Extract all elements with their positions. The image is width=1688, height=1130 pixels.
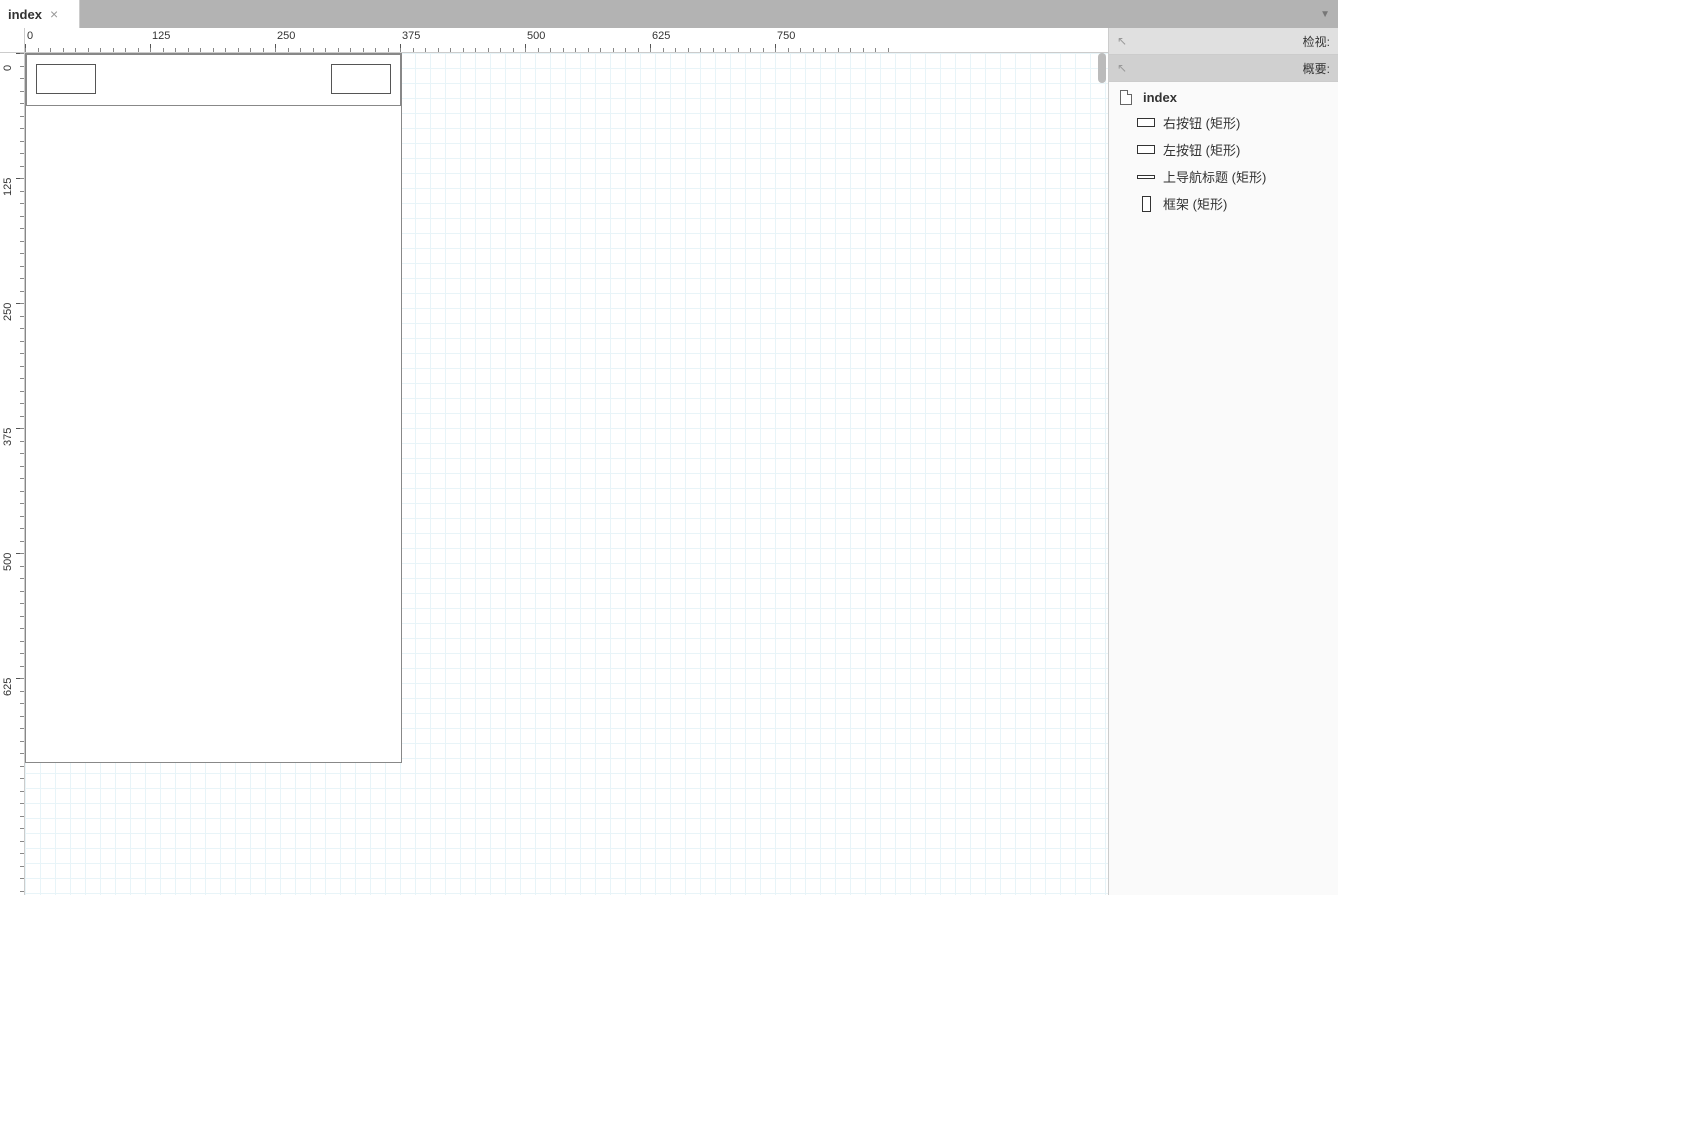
ruler-vertical[interactable]: 0 125 250 375 500 625: [0, 53, 25, 895]
ruler-mark-label: 125: [2, 178, 14, 196]
rect-tall-icon: [1137, 197, 1155, 211]
main-layout: 0 125 250 375 500 625 750 0 125 250 375 500 625 ↖ 检…: [0, 28, 1338, 895]
outline-item-right-button[interactable]: 右按钮 (矩形): [1109, 109, 1338, 136]
ruler-mark-label: 250: [2, 303, 14, 321]
outline-item-label: index: [1143, 90, 1177, 105]
outline-item-label: 左按钮 (矩形): [1163, 140, 1240, 159]
artboard-frame[interactable]: [25, 53, 402, 763]
close-icon[interactable]: ×: [50, 7, 58, 21]
tab-index[interactable]: index ×: [0, 0, 80, 28]
page-icon: [1117, 91, 1135, 105]
ruler-mark-label: 625: [652, 30, 670, 42]
ruler-mark-label: 375: [2, 428, 14, 446]
canvas-content[interactable]: [25, 53, 1108, 895]
tab-label: index: [8, 7, 42, 22]
collapse-arrow-icon: ↖: [1117, 61, 1127, 75]
outline-item-label: 框架 (矩形): [1163, 194, 1227, 213]
outline-tree: index 右按钮 (矩形) 左按钮 (矩形) 上导航标题 (矩形) 框架 (矩…: [1109, 82, 1338, 895]
ruler-mark-label: 750: [777, 30, 795, 42]
tab-bar: index × ▼: [0, 0, 1338, 28]
ruler-corner: [0, 28, 25, 53]
tab-dropdown-icon[interactable]: ▼: [1320, 0, 1330, 28]
canvas-area: 0 125 250 375 500 625 750 0 125 250 375 500 625: [0, 28, 1108, 895]
ruler-mark-label: 625: [2, 678, 14, 696]
outline-item-root[interactable]: index: [1109, 86, 1338, 109]
right-panel: ↖ 检视: ↖ 概要: index 右按钮 (矩形) 左按钮 (矩形) 上导航标…: [1108, 28, 1338, 895]
ruler-mark-label: 0: [27, 30, 33, 42]
ruler-mark-label: 250: [277, 30, 295, 42]
ruler-horizontal[interactable]: 0 125 250 375 500 625 750: [25, 28, 1108, 53]
outline-item-left-button[interactable]: 左按钮 (矩形): [1109, 136, 1338, 163]
outline-label: 概要:: [1303, 60, 1330, 77]
inspect-label: 检视:: [1303, 33, 1330, 50]
outline-item-label: 上导航标题 (矩形): [1163, 167, 1266, 186]
ruler-mark-label: 125: [152, 30, 170, 42]
rect-icon: [1137, 143, 1155, 157]
ruler-mark-label: 0: [2, 65, 14, 71]
left-button-rect[interactable]: [36, 64, 96, 94]
inspect-panel-header[interactable]: ↖ 检视:: [1109, 28, 1338, 55]
outline-item-frame[interactable]: 框架 (矩形): [1109, 190, 1338, 217]
ruler-mark-label: 500: [527, 30, 545, 42]
outline-item-label: 右按钮 (矩形): [1163, 113, 1240, 132]
ruler-mark-label: 375: [402, 30, 420, 42]
outline-item-nav-title[interactable]: 上导航标题 (矩形): [1109, 163, 1338, 190]
right-button-rect[interactable]: [331, 64, 391, 94]
ruler-mark-label: 500: [2, 553, 14, 571]
rect-icon: [1137, 116, 1155, 130]
collapse-arrow-icon: ↖: [1117, 34, 1127, 48]
scrollbar-vertical[interactable]: [1098, 53, 1106, 83]
rect-thin-icon: [1137, 170, 1155, 184]
outline-panel-header[interactable]: ↖ 概要:: [1109, 55, 1338, 82]
